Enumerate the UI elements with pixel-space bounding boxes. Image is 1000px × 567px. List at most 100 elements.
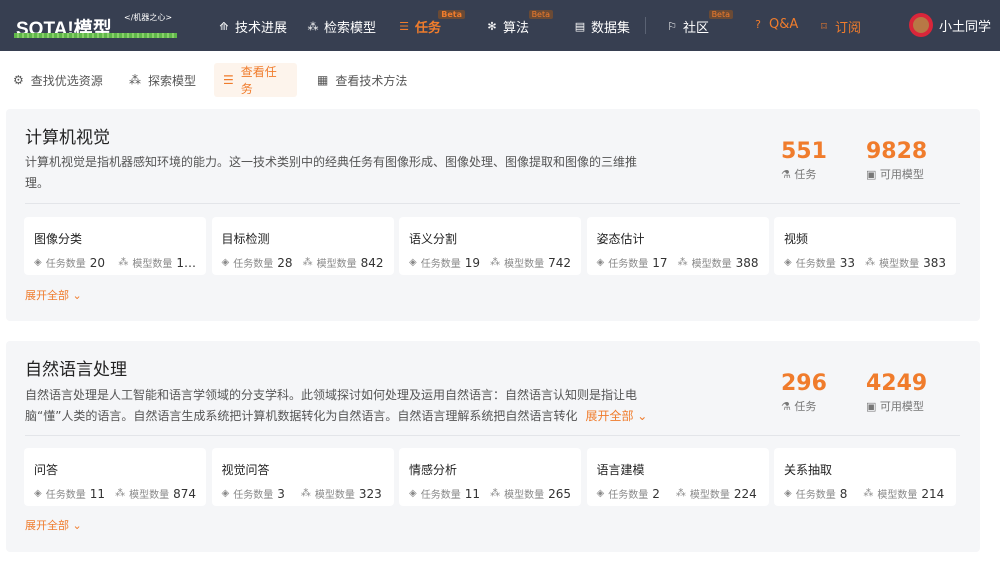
metric-label: 模型数量: [689, 490, 730, 501]
metric-label: 任务数量: [420, 490, 461, 501]
label-text: 任务: [794, 168, 817, 181]
circles-icon: ⁂: [300, 488, 311, 499]
task-tile[interactable]: 情感分析 ◈ 任务数量 11 ⁂ 模型数量 265: [399, 448, 581, 506]
nav-tech-progress[interactable]: ⟰ 技术进展: [218, 17, 287, 36]
subnav-label: 查看技术方法: [335, 73, 408, 88]
tile-name: 视觉问答: [221, 463, 270, 477]
database-icon: ▤: [574, 20, 586, 33]
tile-metrics: ◈ 任务数量 3 ⁂ 模型数量 323: [222, 486, 384, 502]
stat-label: ⚗ 任务: [781, 166, 827, 182]
nav-algorithms[interactable]: ✻ 算法 Beta: [486, 10, 554, 36]
stat-label: ▣ 可用模型: [866, 398, 927, 414]
stat-number: 296: [781, 371, 827, 396]
task-tile[interactable]: 语言建模 ◈ 任务数量 2 ⁂ 模型数量 224: [586, 448, 769, 506]
metric-label: 任务数量: [45, 490, 86, 501]
nav-datasets[interactable]: ▤ 数据集: [574, 17, 630, 36]
task-count: 17: [652, 255, 668, 270]
nav-label: 检索模型: [324, 21, 377, 36]
metric-label: 模型数量: [316, 259, 357, 270]
task-count: 2: [652, 486, 660, 501]
nav-community[interactable]: ⚐ 社区 Beta: [666, 10, 734, 36]
task-count: 33: [839, 255, 855, 270]
expand-all-button[interactable]: 展开全部 ⌄: [25, 287, 82, 303]
metric-label: 任务数量: [795, 490, 836, 501]
top-nav: SOTA!模型 </机器之心> ⟰ 技术进展 ⁂ 检索模型 ☰ 任务 Beta ✻ 算法 B…: [0, 0, 1000, 51]
task-tile[interactable]: 关系抽取 ◈ 任务数量 8 ⁂ 模型数量 214: [774, 448, 956, 506]
task-tile[interactable]: 语义分割 ◈ 任务数量 19 ⁂ 模型数量 742: [399, 217, 581, 275]
subnav-explore-models[interactable]: ⁂ 探索模型: [120, 63, 205, 97]
expand-label: 展开全部: [25, 289, 69, 302]
atom-icon: ✻: [487, 20, 497, 33]
task-count-stat[interactable]: 296 ⚗ 任务: [781, 371, 827, 414]
task-icon: ⚗: [781, 168, 791, 181]
model-count-stat[interactable]: 4249 ▣ 可用模型: [866, 371, 927, 414]
nav-label: 任务: [415, 21, 442, 36]
description-expand-link[interactable]: 展开全部 ⌄: [585, 409, 647, 423]
layers-icon: ☰: [399, 20, 409, 33]
model-count: 388: [735, 255, 759, 270]
layers-icon: ◈: [34, 488, 42, 499]
task-tile[interactable]: 视频 ◈ 任务数量 33 ⁂ 模型数量 383: [774, 217, 956, 275]
metric-label: 模型数量: [691, 259, 732, 270]
metric-label: 任务数量: [795, 259, 836, 270]
task-tile[interactable]: 问答 ◈ 任务数量 11 ⁂ 模型数量 874: [24, 448, 206, 506]
expand-all-button[interactable]: 展开全部 ⌄: [25, 517, 82, 533]
metric-label: 任务数量: [45, 259, 86, 270]
nav-search-models[interactable]: ⁂ 检索模型: [307, 17, 377, 36]
beta-badge: Beta: [708, 10, 734, 19]
metric-label: 任务数量: [608, 259, 649, 270]
tile-metrics: ◈ 任务数量 20 ⁂ 模型数量 1…: [34, 255, 196, 271]
tile-metrics: ◈ 任务数量 17 ⁂ 模型数量 388: [597, 255, 759, 271]
model-count: 265: [548, 486, 571, 501]
layers-icon: ◈: [34, 257, 42, 268]
subnav-label: 查找优选资源: [30, 73, 103, 88]
task-tile[interactable]: 目标检测 ◈ 任务数量 28 ⁂ 模型数量 842: [211, 217, 394, 275]
circles-icon: ⁂: [675, 488, 686, 499]
nav-divider: [645, 17, 646, 34]
subnav-find-resources[interactable]: ⚙ 查找优选资源: [4, 63, 112, 97]
flag-icon: ⚐: [667, 20, 677, 33]
nav-subscribe[interactable]: ⌑ 订阅: [818, 17, 861, 36]
nav-label: 社区: [683, 21, 710, 36]
circles-icon: ⁂: [490, 488, 501, 499]
tile-name: 关系抽取: [784, 463, 833, 477]
logo[interactable]: SOTA!模型 </机器之心>: [14, 12, 177, 40]
task-count-stat[interactable]: 551 ⚗ 任务: [781, 139, 827, 182]
expand-label: 展开全部: [25, 519, 69, 532]
label-text: 任务: [794, 400, 817, 413]
section-description: 计算机视觉是指机器感知环境的能力。这一技术类别中的经典任务有图像形成、图像处理、…: [25, 152, 655, 194]
user-name: 小土同学: [938, 19, 991, 35]
task-count: 8: [839, 486, 848, 501]
circles-icon: ⁂: [863, 488, 874, 499]
model-count-stat[interactable]: 9828 ▣ 可用模型: [866, 139, 927, 182]
task-tile[interactable]: 视觉问答 ◈ 任务数量 3 ⁂ 模型数量 323: [211, 448, 394, 506]
tile-metrics: ◈ 任务数量 33 ⁂ 模型数量 383: [784, 255, 946, 271]
nav-label: Q&A: [769, 17, 799, 32]
chevron-down-icon: ⌄: [637, 409, 648, 423]
beta-badge: Beta: [438, 10, 466, 19]
task-icon: ⚗: [781, 400, 791, 413]
circles-icon: ⁂: [490, 257, 501, 268]
nav-tasks[interactable]: ☰ 任务 Beta: [398, 10, 466, 36]
circles-icon: ⁂: [129, 73, 141, 87]
tile-metrics: ◈ 任务数量 11 ⁂ 模型数量 265: [409, 486, 571, 502]
task-count: 20: [89, 255, 105, 270]
subnav-view-methods[interactable]: ▦ 查看技术方法: [308, 63, 416, 97]
circles-icon: ⁂: [302, 257, 313, 268]
tile-metrics: ◈ 任务数量 11 ⁂ 模型数量 874: [34, 486, 196, 502]
grid-icon: ▦: [317, 73, 329, 87]
tile-metrics: ◈ 任务数量 19 ⁂ 模型数量 742: [409, 255, 571, 271]
subnav-view-tasks[interactable]: ☰ 查看任务: [214, 63, 297, 97]
circles-icon: ⁂: [865, 257, 876, 268]
label-text: 可用模型: [879, 400, 924, 413]
layers-icon: ◈: [221, 257, 230, 268]
metric-label: 任务数量: [233, 490, 274, 501]
layers-icon: ◈: [409, 257, 417, 268]
user-menu[interactable]: 小土同学: [908, 13, 991, 37]
description-text: 计算机视觉是指机器感知环境的能力。这一技术类别中的经典任务有图像形成、图像处理、…: [25, 155, 638, 190]
nav-qa[interactable]: ? Q&A: [752, 17, 798, 32]
task-tile[interactable]: 姿态估计 ◈ 任务数量 17 ⁂ 模型数量 388: [586, 217, 769, 275]
tile-name: 问答: [34, 463, 59, 477]
task-tile[interactable]: 图像分类 ◈ 任务数量 20 ⁂ 模型数量 1…: [24, 217, 206, 275]
layers-icon: ◈: [784, 488, 792, 499]
